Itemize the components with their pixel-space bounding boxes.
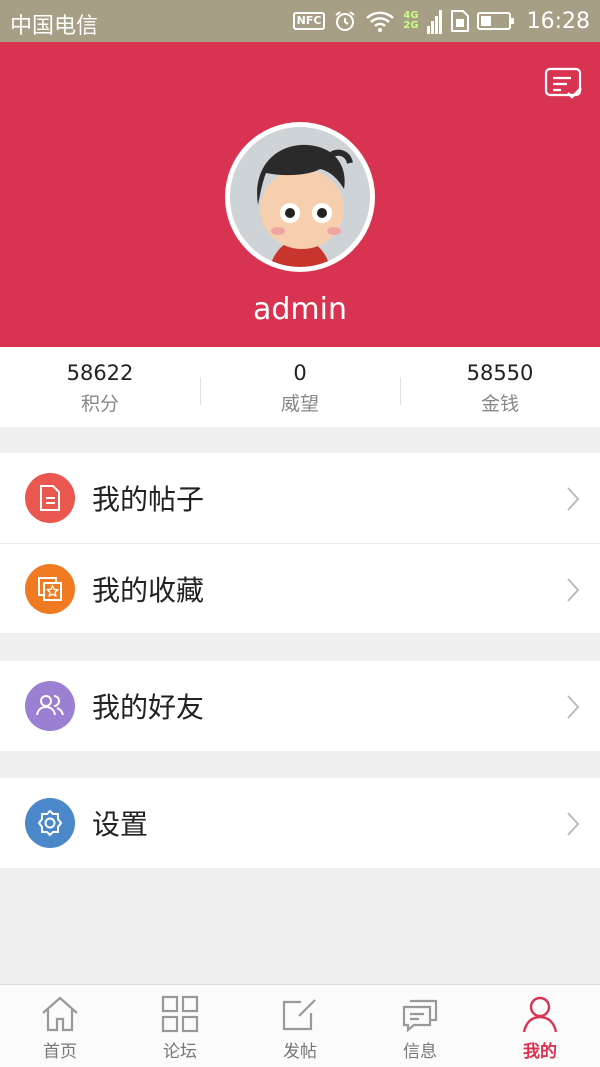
stat-value: 58622	[66, 361, 134, 385]
avatar-illustration	[230, 127, 370, 267]
tab-mine[interactable]: 我的	[480, 985, 600, 1067]
tab-home[interactable]: 首页	[0, 985, 120, 1067]
compose-icon	[282, 999, 316, 1031]
wifi-icon	[366, 11, 395, 32]
signal-icon	[426, 10, 442, 34]
status-bar: 中国电信 NFC 4G 2G 16:28	[0, 0, 600, 42]
chevron-right-icon	[567, 487, 580, 511]
friends-icon	[25, 681, 75, 731]
status-icons: NFC 4G 2G 16:28	[292, 6, 590, 36]
tab-post[interactable]: 发帖	[240, 985, 360, 1067]
chevron-right-icon	[567, 695, 580, 719]
tab-label: 我的	[523, 1042, 557, 1062]
clock: 16:28	[526, 8, 590, 34]
alarm-icon	[335, 11, 356, 31]
tab-label: 信息	[403, 1042, 437, 1062]
home-icon	[42, 996, 78, 1032]
stat-label: 金钱	[480, 393, 519, 415]
favorites-icon	[25, 563, 75, 614]
chevron-right-icon	[567, 578, 580, 602]
nfc-icon: NFC	[292, 12, 326, 30]
stat-label: 威望	[280, 393, 319, 415]
bottom-tab-bar: 首页 论坛 发帖 信息 我的	[0, 984, 600, 1067]
message-icon	[402, 999, 438, 1033]
stat-label: 积分	[80, 393, 119, 415]
battery-icon	[476, 12, 514, 30]
tab-messages[interactable]: 信息	[360, 985, 480, 1067]
menu-label: 我的收藏	[92, 573, 205, 607]
menu-group-settings: 设置	[0, 778, 600, 868]
menu-label: 我的帖子	[92, 483, 205, 516]
network-type: 4G 2G	[403, 11, 418, 31]
tab-label: 首页	[43, 1042, 77, 1062]
edit-list-icon[interactable]	[544, 66, 584, 102]
menu-item-my-friends[interactable]: 我的好友	[0, 661, 600, 751]
stat-reputation: 0 威望	[200, 347, 400, 427]
avatar-image	[230, 127, 370, 267]
username: admin	[253, 292, 347, 327]
person-icon	[522, 996, 558, 1033]
profile-header: admin	[0, 42, 600, 347]
carrier-label: 中国电信	[10, 14, 99, 39]
document-icon	[25, 473, 75, 523]
menu-group-friends: 我的好友	[0, 661, 600, 751]
menu-item-my-posts[interactable]: 我的帖子	[0, 453, 600, 543]
stat-value: 58550	[466, 361, 534, 385]
sim-icon	[450, 10, 469, 32]
avatar[interactable]	[225, 122, 375, 272]
chevron-right-icon	[567, 812, 580, 836]
tab-forum[interactable]: 论坛	[120, 985, 240, 1067]
stats-bar: 58622 积分 0 威望 58550 金钱	[0, 347, 600, 427]
net-2g-label: 2G	[403, 20, 419, 31]
menu-item-my-favorites[interactable]: 我的收藏	[0, 543, 600, 633]
menu-item-settings[interactable]: 设置	[0, 778, 600, 868]
stat-points: 58622 积分	[0, 347, 200, 427]
menu-label: 设置	[92, 808, 149, 841]
grid-icon	[161, 995, 199, 1033]
tab-label: 论坛	[163, 1042, 197, 1062]
stat-value: 0	[293, 361, 307, 385]
tab-label: 发帖	[283, 1042, 317, 1062]
menu-group-posts: 我的帖子 我的收藏	[0, 453, 600, 633]
stat-money: 58550 金钱	[400, 347, 600, 427]
gear-icon	[25, 798, 75, 848]
menu-label: 我的好友	[92, 691, 205, 724]
